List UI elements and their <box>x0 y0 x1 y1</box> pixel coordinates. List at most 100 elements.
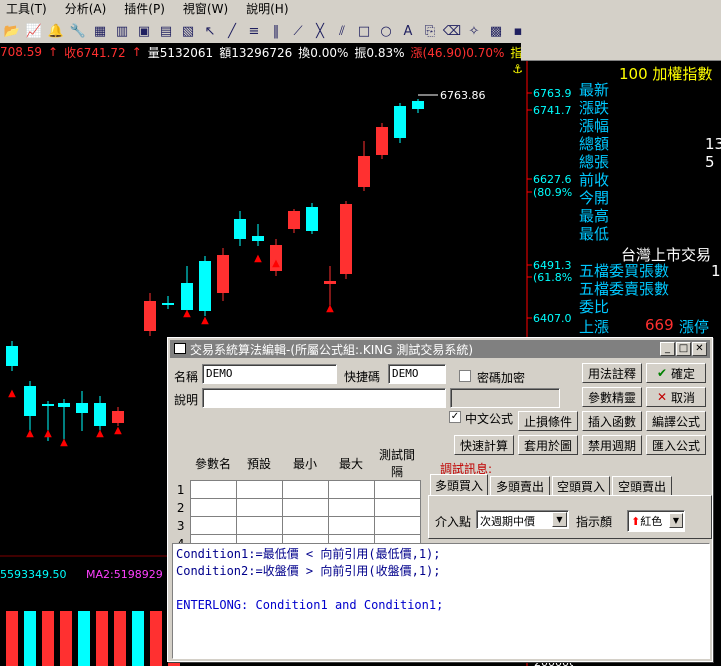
price-axis-label: (80.9%) <box>533 186 573 199</box>
panel-row-label: 總額 <box>579 135 610 153</box>
menu-tools[interactable]: 工具(T) <box>6 0 47 19</box>
erase-icon[interactable]: ⌫ <box>442 21 462 41</box>
menu-window[interactable]: 視窗(W) <box>183 0 228 19</box>
name-field[interactable]: DEMO <box>202 364 337 384</box>
save-icon[interactable]: ▪ <box>508 21 528 41</box>
dialog-titlebar[interactable]: 交易系統算法編輯-(所屬公式組:.KING 測試交易系統) _ □ ✕ <box>170 340 710 358</box>
params-button[interactable]: 參數精靈 <box>582 387 642 407</box>
chevron-down-icon[interactable]: ▼ <box>552 512 567 527</box>
param-cell[interactable] <box>189 498 237 517</box>
fan-icon[interactable]: ⟋ <box>288 21 308 41</box>
candle-body <box>217 255 229 293</box>
price-axis-label: 6741.7 <box>533 104 572 117</box>
pointer-icon[interactable]: ↖ <box>200 21 220 41</box>
disable-period-button[interactable]: 禁用週期 <box>582 435 642 455</box>
apply-chart-button[interactable]: 套用於圖 <box>518 435 578 455</box>
param-cell[interactable] <box>327 498 375 517</box>
color-select[interactable]: ⬆紅色 ▼ <box>627 510 685 532</box>
usage-button[interactable]: 用法註釋 <box>582 363 642 383</box>
window2-icon[interactable]: ▤ <box>156 21 176 41</box>
chart-icon[interactable]: 📈 <box>24 21 44 41</box>
compile-button[interactable]: 編譯公式 <box>646 411 706 431</box>
channel-icon[interactable]: ⫽ <box>332 21 352 41</box>
tab-long-buy[interactable]: 多頭買入 <box>430 474 488 496</box>
ok-button[interactable]: ✔ 確定 <box>646 363 706 383</box>
quick-calc-button[interactable]: 快速計算 <box>454 435 514 455</box>
candle-body <box>394 106 406 138</box>
stoploss-button[interactable]: 止損條件 <box>518 411 578 431</box>
param-cell[interactable] <box>281 498 329 517</box>
copy-icon[interactable]: ⎘ <box>420 21 440 41</box>
param-cell[interactable] <box>373 498 421 517</box>
alert-icon[interactable]: 🔔 <box>46 21 66 41</box>
buy-arrow-icon: ▲ <box>183 308 191 319</box>
param-cell[interactable] <box>235 498 283 517</box>
text-icon[interactable]: A <box>398 21 418 41</box>
desc-field[interactable] <box>202 388 446 408</box>
insert-func-button[interactable]: 插入函數 <box>582 411 642 431</box>
tab-short-buy[interactable]: 空頭買入 <box>552 476 610 496</box>
close-button[interactable]: ✕ <box>692 342 707 356</box>
param-cell[interactable] <box>281 480 329 499</box>
import-button[interactable]: 匯入公式 <box>646 435 706 455</box>
candle-body <box>306 207 318 231</box>
panel-row-value: 5 <box>705 153 715 171</box>
cross-icon[interactable]: ╳ <box>310 21 330 41</box>
password-checkbox[interactable] <box>459 370 471 382</box>
quote-close: 收6741.72 <box>64 45 126 60</box>
ellipse-icon[interactable]: ○ <box>376 21 396 41</box>
param-cell[interactable] <box>327 480 375 499</box>
param-cell[interactable] <box>189 516 237 535</box>
ma-value-label: 5593349.50 <box>0 568 66 581</box>
tab-short-sell[interactable]: 空頭賣出 <box>612 476 672 496</box>
chart2-icon[interactable]: ▧ <box>178 21 198 41</box>
param-cell[interactable] <box>235 516 283 535</box>
layout-icon[interactable]: ▦ <box>90 21 110 41</box>
entry-select[interactable]: 次週期中價 ▼ <box>476 510 569 529</box>
chevron-down-icon[interactable]: ▼ <box>669 513 683 528</box>
fib-icon[interactable]: ≡ <box>244 21 264 41</box>
panel-row-label: 漲跌 <box>579 99 610 117</box>
rect-icon[interactable]: □ <box>354 21 374 41</box>
candle-body <box>76 403 88 413</box>
window-icon[interactable]: ▣ <box>134 21 154 41</box>
param-cell[interactable] <box>281 516 329 535</box>
password-label: 密碼加密 <box>477 371 526 385</box>
minimize-button[interactable]: _ <box>660 342 675 356</box>
code-editor[interactable]: Condition1:=最低價 < 向前引用(最低價,1); Condition2… <box>172 543 710 659</box>
param-cell[interactable] <box>373 516 421 535</box>
open-icon[interactable]: 📂 <box>2 21 22 41</box>
tab-long-sell[interactable]: 多頭賣出 <box>490 476 550 496</box>
menu-help[interactable]: 說明(H) <box>246 0 288 19</box>
menu-plugins[interactable]: 插件(P) <box>124 0 165 19</box>
color-icon[interactable]: ▩ <box>486 21 506 41</box>
maximize-button[interactable]: □ <box>676 342 691 356</box>
grid-icon[interactable]: ▥ <box>112 21 132 41</box>
magic-icon[interactable]: ✧ <box>464 21 484 41</box>
candle-body <box>181 283 193 310</box>
param-header-name: 參數名 <box>194 456 231 471</box>
line-icon[interactable]: ╱ <box>222 21 242 41</box>
axis-labels-group: 6763.96741.76627.6(80.9%)6491.3(61.8%)64… <box>527 87 573 325</box>
param-header-step: 測試間隔 <box>378 448 415 479</box>
volume-bar <box>6 611 18 666</box>
panel-row2-value: 1 <box>711 262 721 280</box>
bars-icon[interactable]: ‖ <box>266 21 286 41</box>
chinese-checkbox[interactable]: ✓ <box>449 411 461 423</box>
param-cell[interactable] <box>327 516 375 535</box>
info-panel: 100 加權指數 最新 漲跌 漲幅 總額 13 總張 5 前收 今開 最高 最低 台灣上市交易 五檔… <box>573 61 721 341</box>
cancel-button[interactable]: ✕ 取消 <box>646 387 706 407</box>
panel-header: 100 加權指數 <box>619 65 713 83</box>
buy-arrow-icon: ▲ <box>272 258 280 269</box>
tool-icon[interactable]: 🔧 <box>68 21 88 41</box>
shortcut-field[interactable]: DEMO <box>388 364 446 384</box>
volume-bars-group <box>6 611 180 666</box>
x-icon: ✕ <box>656 390 668 404</box>
volume-bar <box>78 611 90 666</box>
param-cell[interactable] <box>373 480 421 499</box>
candle-body <box>24 386 36 416</box>
menu-analysis[interactable]: 分析(A) <box>65 0 107 19</box>
param-cell[interactable] <box>235 480 283 499</box>
buy-arrow-icon: ▲ <box>60 437 68 448</box>
param-cell[interactable] <box>189 480 237 499</box>
